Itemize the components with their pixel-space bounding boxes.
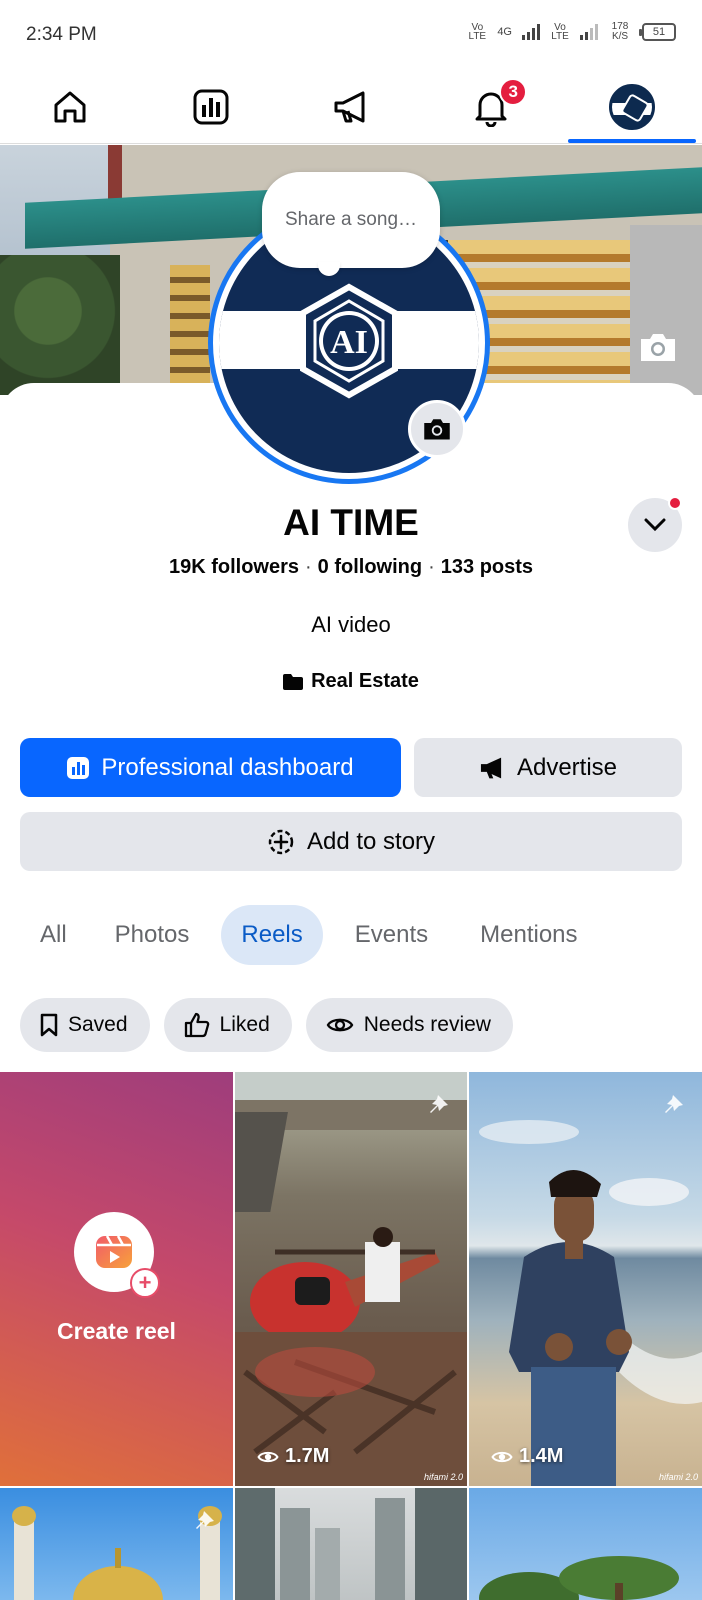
nav-home[interactable] xyxy=(0,70,140,143)
notification-badge: 3 xyxy=(499,78,528,106)
view-count: 1.4M xyxy=(491,1445,563,1468)
create-reel-tile[interactable]: + Create reel xyxy=(0,1072,233,1486)
eye-icon xyxy=(257,1451,279,1462)
professional-dashboard-label: Professional dashboard xyxy=(101,753,354,781)
system-icons: Vo LTE 4G Vo LTE 178 K/S 51 xyxy=(467,22,676,42)
profile-camera-button[interactable] xyxy=(408,400,466,458)
nav-profile[interactable] xyxy=(562,70,702,143)
profile-bio: AI video xyxy=(311,612,391,637)
view-count: 1.7M xyxy=(257,1445,329,1468)
filter-needs-review-label: Needs review xyxy=(363,1013,491,1036)
cover-camera-icon[interactable] xyxy=(638,330,678,364)
tab-all[interactable]: All xyxy=(20,905,87,965)
add-to-story-label: Add to story xyxy=(306,827,436,855)
profile-stats: 19K followers · 0 following · 133 posts xyxy=(168,556,534,578)
create-reel-label: Create reel xyxy=(57,1318,176,1344)
watermark: hifami 2.0 xyxy=(658,1472,698,1482)
content-tabs: All Photos Reels Events Mentions xyxy=(20,905,598,965)
megaphone-icon xyxy=(334,91,365,122)
reel-thumbnail[interactable] xyxy=(469,1488,702,1600)
tree-scene xyxy=(479,1556,679,1600)
ai-logo: AI xyxy=(300,283,398,399)
thumbs-up-icon xyxy=(184,1012,209,1038)
reel-thumbnail[interactable]: 1.7M hifami 2.0 xyxy=(235,1072,467,1486)
battery-level: 51 xyxy=(652,26,666,38)
reel-thumbnail[interactable] xyxy=(0,1488,233,1600)
watermark: hifami 2.0 xyxy=(423,1472,463,1482)
bookmark-icon xyxy=(40,1013,58,1037)
pin-icon xyxy=(430,1091,448,1113)
signal-icon xyxy=(522,24,540,40)
tab-events[interactable]: Events xyxy=(335,905,448,965)
filter-saved[interactable]: Saved xyxy=(20,998,150,1052)
view-count-value: 1.7M xyxy=(285,1445,330,1467)
eye-icon xyxy=(491,1451,513,1462)
filter-liked-label: Liked xyxy=(219,1013,270,1036)
battery-icon: 51 xyxy=(639,23,676,41)
nav-notifications[interactable]: 3 xyxy=(421,70,561,143)
eye-icon xyxy=(326,1018,354,1032)
chevron-down-icon xyxy=(644,518,666,532)
nav-dashboard[interactable] xyxy=(140,70,280,143)
home-icon xyxy=(54,91,86,122)
following-count[interactable]: 0 following xyxy=(318,556,422,578)
add-story-icon xyxy=(268,829,294,854)
advertise-label: Advertise xyxy=(516,753,618,781)
megaphone-icon xyxy=(480,757,502,778)
category-icon xyxy=(283,673,304,690)
reel-thumbnail[interactable] xyxy=(235,1488,467,1600)
network-type: 4G xyxy=(497,26,512,38)
volte-indicator-2: Vo LTE xyxy=(551,22,569,42)
posts-count: 133 posts xyxy=(440,556,534,578)
top-nav: 3 xyxy=(0,70,702,144)
followers-count[interactable]: 19K followers xyxy=(169,556,299,578)
advertise-button[interactable]: Advertise xyxy=(414,738,682,797)
filter-needs-review[interactable]: Needs review xyxy=(305,998,513,1052)
network-speed: 178 K/S xyxy=(611,21,629,42)
filter-liked[interactable]: Liked xyxy=(163,998,292,1052)
profile-category: Real Estate xyxy=(0,670,702,693)
nav-advertise[interactable] xyxy=(281,70,421,143)
camera-icon xyxy=(424,419,450,440)
share-song-text: Share a song… xyxy=(284,209,418,230)
tab-reels[interactable]: Reels xyxy=(221,905,323,965)
status-bar: 2:34 PM Vo LTE 4G Vo LTE 178 K/S 51 xyxy=(0,0,702,70)
view-count-value: 1.4M xyxy=(519,1445,564,1467)
filter-saved-label: Saved xyxy=(68,1013,128,1036)
status-time: 2:34 PM xyxy=(26,24,97,45)
beach-scene xyxy=(479,1120,702,1486)
dropdown-notification-dot xyxy=(668,496,682,510)
pin-icon xyxy=(196,1507,214,1529)
tab-photos[interactable]: Photos xyxy=(95,905,210,965)
dashboard-icon xyxy=(67,756,90,779)
tab-mentions[interactable]: Mentions xyxy=(460,905,597,965)
plus-icon: + xyxy=(130,1268,160,1298)
add-to-story-button[interactable]: Add to story xyxy=(20,812,682,871)
reel-filters: Saved Liked Needs review xyxy=(20,998,513,1052)
professional-dashboard-button[interactable]: Professional dashboard xyxy=(20,738,401,797)
pin-icon xyxy=(665,1091,683,1113)
avatar xyxy=(608,83,655,130)
helicopter-scene xyxy=(235,1072,467,1486)
city-scene xyxy=(235,1488,467,1600)
profile-name: AI TIME xyxy=(283,502,419,543)
chart-icon xyxy=(193,89,229,124)
share-song-bubble[interactable]: Share a song… xyxy=(262,172,440,268)
volte-indicator: Vo LTE xyxy=(468,22,487,42)
category-label: Real Estate xyxy=(311,670,419,692)
signal-icon-2 xyxy=(580,24,598,40)
logo-text: AI xyxy=(330,324,368,361)
reel-thumbnail[interactable]: 1.4M hifami 2.0 xyxy=(469,1072,702,1486)
